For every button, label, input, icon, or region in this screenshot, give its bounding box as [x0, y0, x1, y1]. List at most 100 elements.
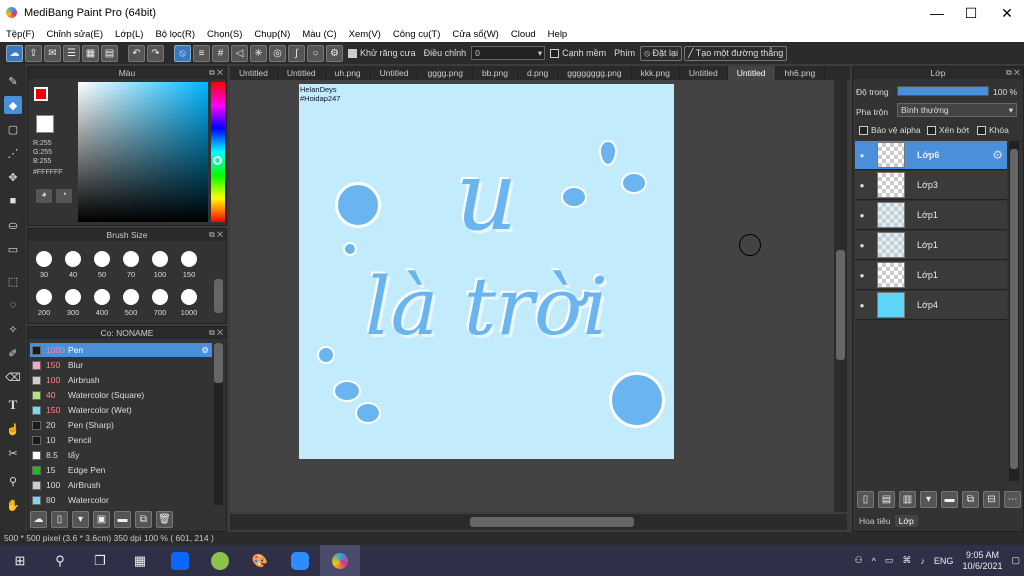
- menu-layer[interactable]: Lớp(L): [109, 29, 149, 40]
- snap-settings-icon[interactable]: ⚙: [326, 44, 343, 62]
- layer-row[interactable]: ● Lớp4: [855, 291, 1007, 320]
- gear-icon[interactable]: ⚙: [201, 345, 209, 356]
- panel-controls-icon[interactable]: ⧉ ✕: [209, 229, 223, 241]
- adjust-select[interactable]: 0 ▾: [471, 46, 546, 60]
- select-eraser-tool-icon[interactable]: ⌫: [4, 368, 22, 386]
- text-tool-icon[interactable]: T: [4, 396, 22, 414]
- protect-alpha-toggle[interactable]: Bảo vệ alpha: [859, 125, 921, 136]
- new-bw-layer-icon[interactable]: ▥: [899, 491, 916, 508]
- menu-cloud[interactable]: Cloud: [505, 29, 542, 40]
- operation-tool-icon[interactable]: ☝: [4, 420, 22, 438]
- chevron-up-icon[interactable]: ^: [872, 556, 876, 566]
- layer-folder-icon[interactable]: ▬: [941, 491, 958, 508]
- duplicate-brush-icon[interactable]: ⧉: [135, 510, 152, 528]
- network-icon[interactable]: ⌘: [902, 555, 911, 566]
- new-brush-icon[interactable]: ▯: [51, 510, 68, 528]
- brush-size-option[interactable]: 1000: [175, 289, 203, 317]
- battery-icon[interactable]: ▭: [885, 555, 894, 566]
- chat-icon[interactable]: ☰: [63, 44, 80, 62]
- brush-size-option[interactable]: 30: [30, 251, 58, 279]
- brush-size-option[interactable]: 40: [59, 251, 87, 279]
- notification-icon[interactable]: ▢: [1011, 555, 1020, 566]
- layers-scrollbar[interactable]: [1009, 141, 1019, 481]
- brush-item[interactable]: 150 Blur: [30, 358, 212, 372]
- document-tab[interactable]: Untitled: [230, 66, 278, 80]
- layer-row[interactable]: ● Lớp3: [855, 171, 1007, 200]
- new-halftone-layer-icon[interactable]: ▤: [878, 491, 895, 508]
- menu-snap[interactable]: Chụp(N): [248, 29, 296, 40]
- vertical-scrollbar[interactable]: [834, 80, 847, 512]
- search-icon[interactable]: ⚲: [40, 545, 80, 576]
- document-tab[interactable]: bb.png: [473, 66, 518, 80]
- task-view-icon[interactable]: ❐: [80, 545, 120, 576]
- layer-row[interactable]: ● Lớp1: [855, 261, 1007, 290]
- brush-item[interactable]: 15 Edge Pen: [30, 463, 212, 477]
- brush-size-scrollbar[interactable]: [214, 279, 223, 313]
- saturation-value-picker[interactable]: [78, 82, 208, 222]
- layer-row[interactable]: ● Lớp1: [855, 231, 1007, 260]
- antialias-checkbox[interactable]: [348, 49, 357, 59]
- fill-rect-tool-icon[interactable]: ■: [4, 192, 22, 210]
- brush-size-option[interactable]: 700: [146, 289, 174, 317]
- zalo-icon[interactable]: [160, 545, 200, 576]
- undo-icon[interactable]: ↶: [128, 44, 145, 62]
- menu-file[interactable]: Tệp(F): [0, 29, 41, 40]
- edge-checkbox[interactable]: [550, 49, 560, 59]
- brush-add-menu-icon[interactable]: ▾: [72, 510, 89, 528]
- clock[interactable]: 9:05 AM 10/6/2021: [962, 550, 1002, 572]
- blend-mode-select[interactable]: Bình thường ▾: [897, 103, 1017, 117]
- brush-item[interactable]: 40 Watercolor (Square): [30, 388, 212, 402]
- windows-start-icon[interactable]: ⊞: [0, 545, 40, 576]
- visibility-icon[interactable]: ●: [855, 151, 869, 160]
- redo-icon[interactable]: ↷: [147, 44, 164, 62]
- brush-settings-icon[interactable]: ▣: [93, 510, 110, 528]
- hand-tool-icon[interactable]: ✋: [4, 496, 22, 514]
- lasso-tool-icon[interactable]: ◌: [4, 296, 22, 314]
- zoom-icon[interactable]: [280, 545, 320, 576]
- lock-checkbox[interactable]: [977, 126, 986, 136]
- document-tab[interactable]: hh6.png: [776, 66, 826, 80]
- perspective-snap-icon[interactable]: ◁: [231, 44, 248, 62]
- document-tab-active[interactable]: Untitled: [727, 66, 776, 80]
- clip-toggle[interactable]: Xén bớt: [927, 125, 969, 136]
- new-layer-icon[interactable]: ▯: [857, 491, 874, 508]
- eraser-tool-icon[interactable]: ◆: [4, 96, 22, 114]
- visibility-icon[interactable]: ●: [855, 301, 869, 310]
- panel-controls-icon[interactable]: ⧉ ✕: [1006, 67, 1020, 79]
- menu-help[interactable]: Help: [542, 29, 574, 40]
- paint-app-icon[interactable]: 🎨: [240, 545, 280, 576]
- layer-add-menu-icon[interactable]: ▾: [920, 491, 937, 508]
- foreground-color-swatch[interactable]: [34, 87, 48, 101]
- medibang-taskbar-icon[interactable]: [320, 545, 360, 576]
- file-explorer-icon[interactable]: ▦: [120, 545, 160, 576]
- app-icon[interactable]: [200, 545, 240, 576]
- panel-controls-icon[interactable]: ⧉ ✕: [209, 67, 223, 79]
- gradient-tool-icon[interactable]: ▭: [4, 240, 22, 258]
- share-icon[interactable]: ⇪: [25, 44, 42, 62]
- menu-grid-icon[interactable]: ▤: [101, 44, 118, 62]
- volume-icon[interactable]: ♪: [920, 556, 925, 566]
- comment-icon[interactable]: ✉: [44, 44, 61, 62]
- tab-navigator[interactable]: Hoa tiêu: [855, 515, 895, 527]
- document-tab[interactable]: d.png: [518, 66, 559, 80]
- lock-toggle[interactable]: Khóa: [977, 125, 1009, 136]
- concentric-snap-icon[interactable]: ◎: [269, 44, 286, 62]
- protect-alpha-checkbox[interactable]: [859, 126, 868, 136]
- move-tool-icon[interactable]: ✥: [4, 168, 22, 186]
- layer-more-icon[interactable]: ⋯: [1004, 491, 1021, 508]
- grid-snap-icon[interactable]: #: [212, 44, 229, 62]
- visibility-icon[interactable]: ●: [855, 271, 869, 280]
- menu-select[interactable]: Chọn(S): [201, 29, 248, 40]
- brush-size-option[interactable]: 200: [30, 289, 58, 317]
- document-tab[interactable]: gggg.png: [418, 66, 473, 80]
- document-tab[interactable]: Untitled: [371, 66, 419, 80]
- duplicate-layer-icon[interactable]: ⧉: [962, 491, 979, 508]
- brush-list-scrollbar[interactable]: [214, 343, 223, 505]
- minimize-button[interactable]: —: [920, 0, 954, 26]
- visibility-icon[interactable]: ●: [855, 241, 869, 250]
- brush-size-option[interactable]: 400: [88, 289, 116, 317]
- reset-button[interactable]: ⦸ Đặt lại: [640, 45, 683, 61]
- trash-icon[interactable]: 🗑: [156, 510, 173, 528]
- document-tab[interactable]: kkk.png: [632, 66, 680, 80]
- brush-item[interactable]: 8.5 tẩy: [30, 448, 212, 462]
